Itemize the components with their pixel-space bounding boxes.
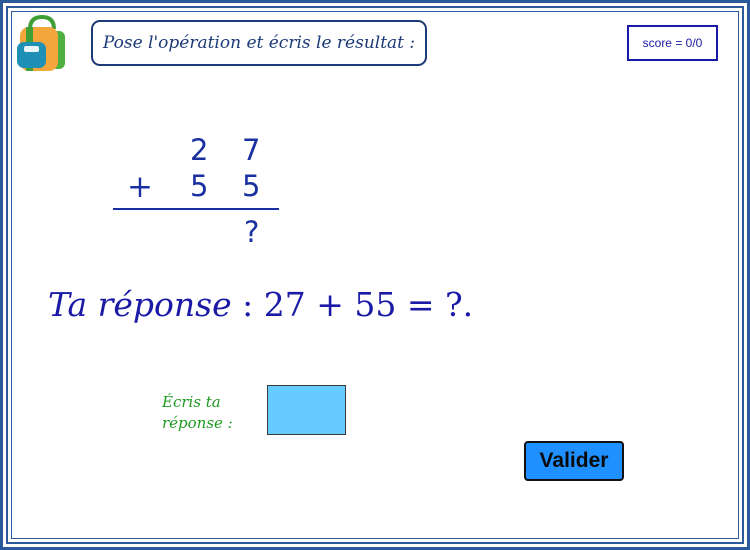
bottom-units-digit: 5	[242, 169, 261, 203]
backpack-icon	[16, 14, 68, 73]
prompt-line-1: Écris ta	[162, 393, 221, 411]
valider-button[interactable]: Valider	[524, 441, 624, 481]
bottom-tens-digit: 5	[190, 169, 209, 203]
answer-prompt: Écris ta réponse :	[162, 392, 258, 434]
plus-sign: +	[127, 169, 153, 205]
answer-label: Ta réponse	[48, 285, 232, 324]
inner-frame	[11, 11, 739, 539]
middle-frame	[6, 6, 744, 544]
prompt-line-2: réponse :	[162, 414, 233, 432]
answer-line: Ta réponse : 27 + 55 = ?.	[48, 285, 473, 324]
score-text: score = 0/0	[642, 36, 703, 50]
outer-frame	[0, 0, 750, 550]
top-tens-digit: 2	[190, 133, 209, 167]
answer-expression: : 27 + 55 = ?.	[242, 285, 474, 324]
top-units-digit: 7	[242, 133, 261, 167]
instruction-text: Pose l'opération et écris le résultat :	[102, 33, 416, 53]
result-placeholder: ?	[244, 215, 260, 249]
answer-input[interactable]	[267, 385, 346, 435]
score-box: score = 0/0	[627, 25, 718, 61]
instruction-box: Pose l'opération et écris le résultat :	[91, 20, 427, 66]
sum-line	[113, 208, 279, 210]
valider-label: Valider	[539, 449, 609, 472]
